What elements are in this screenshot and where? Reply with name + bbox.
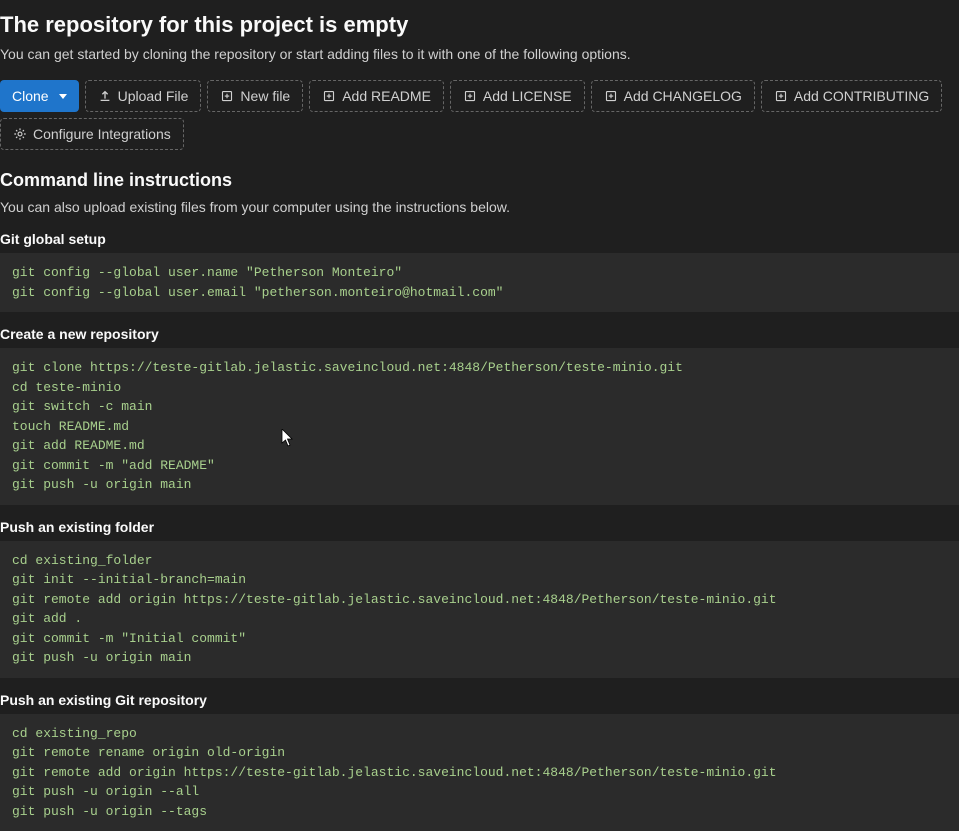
add-license-button[interactable]: Add LICENSE [450,80,585,112]
upload-file-button[interactable]: Upload File [85,80,202,112]
clone-button[interactable]: Clone [0,80,79,112]
create-repo-code[interactable]: git clone https://teste-gitlab.jelastic.… [0,348,959,505]
add-readme-label: Add README [342,88,431,104]
upload-label: Upload File [118,88,189,104]
gear-icon [13,127,27,141]
upload-icon [98,89,112,103]
push-repo-heading: Push an existing Git repository [0,692,959,708]
cli-title: Command line instructions [0,170,959,191]
page-title: The repository for this project is empty [0,0,959,46]
new-file-button[interactable]: New file [207,80,303,112]
push-repo-code[interactable]: cd existing_repo git remote rename origi… [0,714,959,831]
cli-desc: You can also upload existing files from … [0,199,959,215]
push-folder-heading: Push an existing folder [0,519,959,535]
plus-icon [322,89,336,103]
add-contributing-button[interactable]: Add CONTRIBUTING [761,80,942,112]
add-readme-button[interactable]: Add README [309,80,444,112]
add-changelog-button[interactable]: Add CHANGELOG [591,80,755,112]
new-file-label: New file [240,88,290,104]
push-folder-code[interactable]: cd existing_folder git init --initial-br… [0,541,959,678]
global-setup-code[interactable]: git config --global user.name "Petherson… [0,253,959,312]
create-repo-heading: Create a new repository [0,326,959,342]
add-license-label: Add LICENSE [483,88,572,104]
chevron-down-icon [59,94,67,99]
add-changelog-label: Add CHANGELOG [624,88,742,104]
configure-integrations-button[interactable]: Configure Integrations [0,118,184,150]
plus-icon [220,89,234,103]
configure-label: Configure Integrations [33,126,171,142]
global-setup-heading: Git global setup [0,231,959,247]
plus-icon [463,89,477,103]
plus-icon [604,89,618,103]
action-bar: Clone Upload File New file Add README Ad… [0,80,959,150]
page-subtitle: You can get started by cloning the repos… [0,46,959,62]
clone-label: Clone [12,88,49,104]
plus-icon [774,89,788,103]
add-contributing-label: Add CONTRIBUTING [794,88,929,104]
